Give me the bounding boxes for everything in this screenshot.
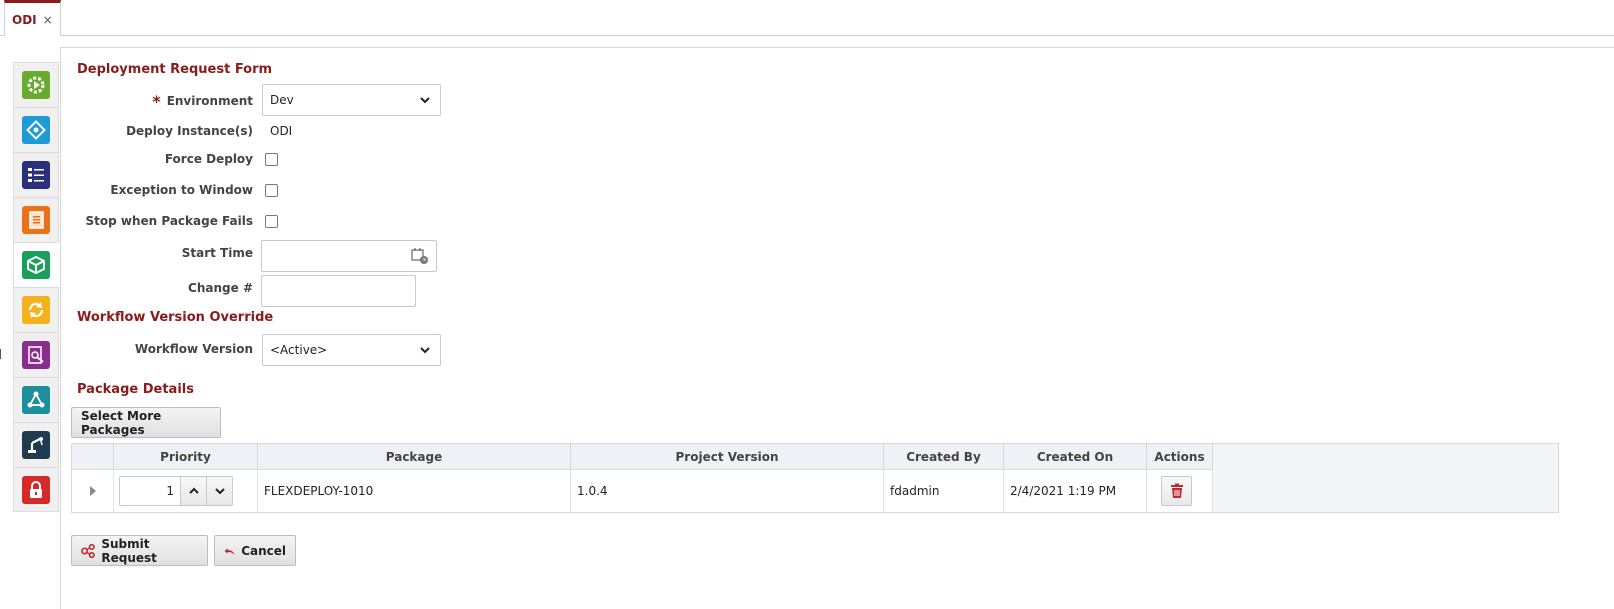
cancel-label: Cancel: [241, 543, 286, 558]
content-frame: [60, 47, 1614, 609]
sidebar-item-pipeline[interactable]: [13, 377, 59, 422]
undo-arrow-icon: [224, 547, 235, 555]
link-diamond-icon: [22, 116, 50, 144]
stop-on-fail-label: Stop when Package Fails: [85, 214, 253, 228]
chevron-up-icon: [188, 487, 199, 494]
deploy-instances-label: Deploy Instance(s): [126, 124, 253, 138]
force-deploy-checkbox[interactable]: [265, 153, 278, 166]
priority-up-button[interactable]: [180, 477, 206, 505]
start-time-label: Start Time: [181, 246, 253, 260]
submit-request-button[interactable]: Submit Request: [71, 535, 208, 566]
chevron-down-icon: [214, 488, 225, 495]
sidebar-item-integrations[interactable]: [13, 107, 59, 152]
priority-down-button[interactable]: [206, 477, 232, 505]
packages-table: Priority Package Project Version Created…: [71, 443, 1559, 513]
expand-triangle-icon[interactable]: [88, 485, 98, 497]
priority-cell: 1: [114, 470, 258, 512]
sidebar-item-sync[interactable]: [13, 287, 59, 332]
sidebar-item-packages[interactable]: [13, 242, 59, 287]
chevron-down-icon: [420, 97, 430, 104]
robot-arm-icon: [22, 431, 50, 459]
change-number-input[interactable]: [261, 275, 416, 307]
stop-on-fail-checkbox[interactable]: [265, 215, 278, 228]
workflow-section-title: Workflow Version Override: [77, 310, 274, 325]
share-nodes-icon: [81, 543, 95, 558]
column-header-priority[interactable]: Priority: [114, 444, 258, 470]
close-icon[interactable]: ×: [43, 13, 53, 27]
sidebar-item-reports[interactable]: [13, 332, 59, 377]
sidebar-item-execution[interactable]: [13, 62, 59, 107]
workflow-version-label: Workflow Version: [134, 342, 253, 356]
calendar-clock-icon[interactable]: [411, 247, 429, 265]
deploy-instances-value: ODI: [270, 124, 293, 138]
column-header-project-version[interactable]: Project Version: [571, 444, 884, 470]
gear-play-icon: [22, 71, 50, 99]
tab-odi[interactable]: ODI ×: [4, 0, 61, 36]
checklist-icon: [22, 161, 50, 189]
package-cell: FLEXDEPLOY-1010: [258, 470, 571, 512]
sidebar: [13, 62, 59, 512]
actions-cell: [1147, 470, 1213, 512]
created-on-cell: 2/4/2021 1:19 PM: [1004, 470, 1147, 512]
delete-package-button[interactable]: [1161, 476, 1192, 506]
submit-request-label: Submit Request: [101, 536, 157, 565]
table-row: 1 FLEXDEPLOY-1010 1.0.4 fdadmin 2/4/2021…: [72, 470, 1213, 512]
cancel-button[interactable]: Cancel: [214, 535, 296, 566]
project-version-cell: 1.0.4: [571, 470, 884, 512]
lock-icon: [22, 475, 50, 504]
sidebar-item-notes[interactable]: [13, 197, 59, 242]
sidebar-item-security[interactable]: [13, 467, 59, 512]
exception-window-label: Exception to Window: [110, 183, 253, 197]
form-title: Deployment Request Form: [77, 62, 273, 77]
exception-window-checkbox[interactable]: [265, 184, 278, 197]
package-cube-icon: [22, 251, 50, 279]
sync-icon: [22, 296, 50, 324]
select-more-packages-button[interactable]: Select More Packages: [71, 407, 221, 438]
row-expand-cell: [72, 470, 114, 512]
tab-bar: ODI ×: [0, 0, 1614, 36]
column-header-created-on[interactable]: Created On: [1004, 444, 1147, 470]
chevron-down-icon: [420, 347, 430, 354]
priority-stepper[interactable]: 1: [119, 476, 233, 506]
required-asterisk: *: [152, 92, 161, 111]
start-time-input[interactable]: [261, 240, 437, 272]
table-header: Priority Package Project Version Created…: [72, 444, 1213, 470]
priority-value[interactable]: 1: [120, 477, 180, 505]
divider: [0, 349, 3, 359]
trash-icon: [1170, 483, 1183, 498]
change-number-label: Change #: [188, 281, 253, 295]
column-header-package[interactable]: Package: [258, 444, 571, 470]
notebook-icon: [22, 206, 50, 234]
sidebar-item-automation[interactable]: [13, 422, 59, 467]
table-filler: [1213, 444, 1558, 512]
force-deploy-label: Force Deploy: [164, 152, 253, 166]
flow-nodes-icon: [22, 386, 50, 414]
workflow-version-select[interactable]: <Active>: [262, 334, 441, 366]
column-header-actions: Actions: [1147, 444, 1213, 470]
tab-label: ODI: [12, 12, 37, 27]
report-search-icon: [22, 341, 50, 369]
sidebar-item-checklist[interactable]: [13, 152, 59, 197]
expand-column-header: [72, 444, 114, 470]
environment-label: * Environment: [152, 92, 253, 111]
created-by-cell: fdadmin: [884, 470, 1004, 512]
column-header-created-by[interactable]: Created By: [884, 444, 1004, 470]
environment-select[interactable]: Dev: [262, 84, 441, 116]
package-details-title: Package Details: [77, 382, 194, 397]
